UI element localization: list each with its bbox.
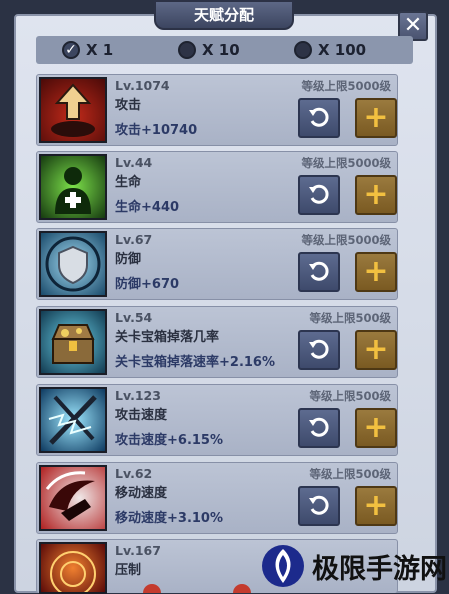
reset-button[interactable]: [298, 486, 340, 526]
talent-bonus: 生命+440: [115, 200, 180, 215]
reset-icon: [309, 417, 329, 437]
plus-icon: +: [363, 332, 389, 367]
talent-name: 防御: [115, 252, 142, 267]
talent-level: Lv.123: [115, 388, 161, 403]
talent-level-cap: 等级上限5000级: [301, 233, 391, 247]
multiplier-x1-option[interactable]: ✓ X 1: [62, 36, 113, 64]
talent-name: 移动速度: [115, 486, 168, 501]
reset-icon: [309, 261, 329, 281]
reset-button[interactable]: [298, 252, 340, 292]
add-point-button[interactable]: +: [355, 252, 397, 292]
attack-icon: [39, 77, 107, 143]
suppress-icon: [39, 542, 107, 594]
talent-name: 压制: [115, 563, 142, 578]
multiplier-bar: ✓ X 1 X 10 X 100: [36, 36, 413, 64]
talent-row-health: Lv.44 生命 生命+440 等级上限5000级 +: [36, 151, 398, 223]
talent-name: 生命: [115, 175, 142, 190]
reset-button[interactable]: [298, 330, 340, 370]
panel-title: 天赋分配: [154, 0, 294, 30]
talent-name: 关卡宝箱掉落几率: [115, 330, 220, 345]
add-point-button[interactable]: +: [355, 175, 397, 215]
add-point-button[interactable]: +: [355, 330, 397, 370]
lightning-sword-icon: [39, 387, 107, 453]
talent-level-cap: 等级上限5000级: [301, 79, 391, 93]
reset-button[interactable]: [298, 175, 340, 215]
talent-row-chest-drop: Lv.54 关卡宝箱掉落几率 关卡宝箱掉落速率+2.16% 等级上限500级 +: [36, 306, 398, 378]
talent-bonus: 关卡宝箱掉落速率+2.16%: [115, 355, 275, 370]
checkmark-icon[interactable]: ✓: [62, 41, 80, 59]
talent-row-move-speed: Lv.62 移动速度 移动速度+3.10% 等级上限500级 +: [36, 462, 398, 534]
talent-bonus: 移动速度+3.10%: [115, 511, 223, 526]
plus-icon: +: [363, 410, 389, 445]
multiplier-x10-option[interactable]: X 10: [178, 36, 240, 64]
talent-level-cap: 等级上限500级: [309, 389, 391, 403]
reset-button[interactable]: [298, 98, 340, 138]
talent-level-cap: 等级上限500级: [309, 311, 391, 325]
shield-icon: [39, 231, 107, 297]
talent-name: 攻击速度: [115, 408, 168, 423]
talent-bonus: 攻击+10740: [115, 123, 198, 138]
plus-icon: +: [363, 254, 389, 289]
talent-level: Lv.62: [115, 466, 153, 481]
treasure-chest-icon: [39, 309, 107, 375]
talent-row-attack-speed: Lv.123 攻击速度 攻击速度+6.15% 等级上限500级 +: [36, 384, 398, 456]
reset-icon: [309, 495, 329, 515]
add-point-button[interactable]: +: [355, 408, 397, 448]
talent-level-cap: 等级上限5000级: [301, 156, 391, 170]
multiplier-x100-option[interactable]: X 100: [294, 36, 366, 64]
reset-icon: [309, 184, 329, 204]
add-point-button[interactable]: +: [355, 486, 397, 526]
reset-icon: [309, 339, 329, 359]
talent-bonus: 防御+670: [115, 277, 180, 292]
dash-icon: [39, 465, 107, 531]
watermark-logo: 极限手游网: [260, 539, 449, 593]
talent-level: Lv.1074: [115, 78, 170, 93]
radio-icon[interactable]: [178, 41, 196, 59]
reset-icon: [309, 107, 329, 127]
plus-icon: +: [363, 100, 389, 135]
close-icon: ✕: [403, 13, 423, 38]
watermark-text: 极限手游网: [312, 553, 447, 585]
talent-level: Lv.67: [115, 232, 153, 247]
talent-level: Lv.44: [115, 155, 153, 170]
talent-level: Lv.54: [115, 310, 153, 325]
talent-level: Lv.167: [115, 543, 161, 558]
talent-level-cap: 等级上限500级: [309, 467, 391, 481]
talent-name: 攻击: [115, 98, 142, 113]
talent-row-defense: Lv.67 防御 防御+670 等级上限5000级 +: [36, 228, 398, 300]
talent-bonus: 攻击速度+6.15%: [115, 433, 223, 448]
talent-row-attack: Lv.1074 攻击 攻击+10740 等级上限5000级 +: [36, 74, 398, 146]
add-point-button[interactable]: +: [355, 98, 397, 138]
logo-icon: [262, 545, 304, 587]
plus-icon: +: [363, 177, 389, 212]
plus-icon: +: [363, 488, 389, 523]
radio-icon[interactable]: [294, 41, 312, 59]
health-icon: [39, 154, 107, 220]
reset-button[interactable]: [298, 408, 340, 448]
